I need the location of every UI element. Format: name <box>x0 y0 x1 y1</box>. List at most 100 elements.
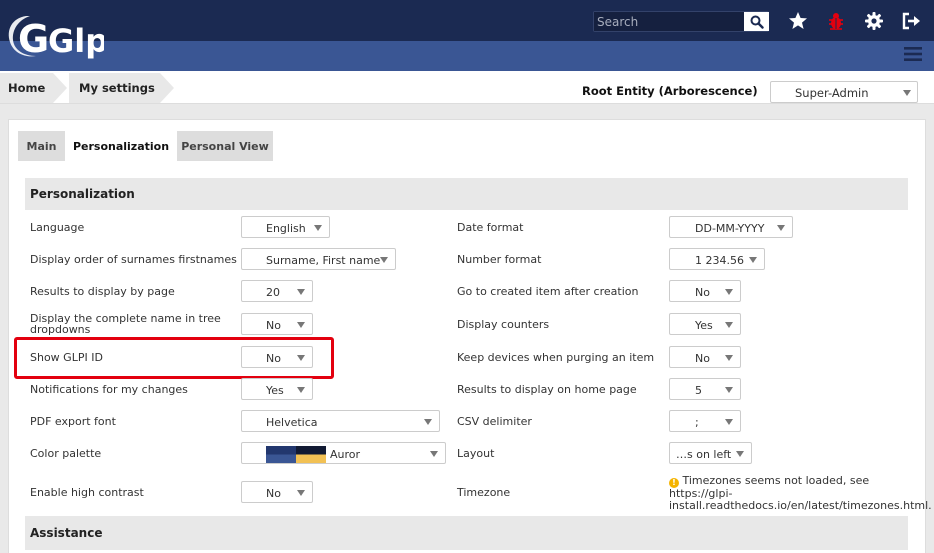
entity-selector[interactable]: Root Entity (Arborescence) <box>582 84 758 98</box>
section-assistance-header: Assistance <box>25 516 908 550</box>
keep-devices-select[interactable]: No <box>669 346 741 368</box>
chevron-down-icon <box>430 451 438 457</box>
chevron-down-icon <box>725 387 733 393</box>
names-order-label: Display order of surnames firstnames <box>30 253 237 266</box>
bug-icon <box>829 13 843 30</box>
results-per-page-value: 20 <box>266 286 280 299</box>
csv-delimiter-select[interactable]: ; <box>669 410 741 432</box>
tree-dropdown-name-label: Display the complete name in tree dropdo… <box>30 312 221 336</box>
breadcrumb-separator <box>53 73 67 103</box>
chevron-down-icon <box>380 257 388 263</box>
date-format-select[interactable]: DD-MM-YYYY <box>669 216 793 238</box>
number-format-label: Number format <box>457 253 542 266</box>
search-box <box>593 11 769 32</box>
notifications-value: Yes <box>266 384 284 397</box>
results-per-page-select[interactable]: 20 <box>241 280 313 302</box>
language-value: English <box>266 222 306 235</box>
color-palette-value: Auror <box>330 448 361 461</box>
date-format-label: Date format <box>457 221 524 234</box>
high-contrast-label: Enable high contrast <box>30 486 144 499</box>
timezone-warning-text: Timezones seems not loaded, see https://… <box>669 474 932 513</box>
display-counters-value: Yes <box>695 319 713 332</box>
language-select[interactable]: English <box>241 216 330 238</box>
goto-created-item-label: Go to created item after creation <box>457 285 639 298</box>
tree-dropdown-name-select[interactable]: No <box>241 313 313 335</box>
breadcrumb-home[interactable]: Home <box>0 73 67 103</box>
header-band <box>0 41 934 71</box>
chevron-down-icon <box>297 490 305 496</box>
tab-main[interactable]: Main <box>18 131 65 161</box>
tab-personal-view[interactable]: Personal View <box>177 131 273 161</box>
logout-icon <box>902 12 920 30</box>
names-order-select[interactable]: Surname, First name <box>241 248 396 270</box>
chevron-down-icon <box>725 289 733 295</box>
keep-devices-value: No <box>695 352 710 365</box>
chevron-down-icon <box>424 419 432 425</box>
display-counters-select[interactable]: Yes <box>669 313 741 335</box>
preferences-button[interactable] <box>863 10 885 32</box>
home-results-select[interactable]: 5 <box>669 378 741 400</box>
high-contrast-value: No <box>266 487 281 500</box>
profile-value: Super-Admin <box>795 86 869 100</box>
svg-text:G: G <box>18 17 49 61</box>
tree-dropdown-name-value: No <box>266 319 281 332</box>
section-personalization-header: Personalization <box>25 178 908 210</box>
keep-devices-label: Keep devices when purging an item <box>457 351 655 364</box>
timezone-warning: ! Timezones seems not loaded, see https:… <box>669 474 932 512</box>
chevron-down-icon <box>725 322 733 328</box>
breadcrumb-label: My settings <box>79 81 155 95</box>
display-counters-label: Display counters <box>457 318 550 331</box>
chevron-down-icon <box>903 90 911 96</box>
number-format-value: 1 234.56 <box>695 254 744 267</box>
goto-created-item-value: No <box>695 286 710 299</box>
chevron-down-icon <box>749 257 757 263</box>
chevron-down-icon <box>736 451 744 457</box>
home-results-label: Results to display on home page <box>457 383 637 396</box>
timezone-label: Timezone <box>457 486 511 499</box>
breadcrumb-separator <box>160 73 174 103</box>
highlight-box <box>14 337 334 379</box>
chevron-down-icon <box>314 225 322 231</box>
csv-delimiter-label: CSV delimiter <box>457 415 532 428</box>
csv-delimiter-value: ; <box>695 416 699 429</box>
search-button[interactable] <box>744 12 769 31</box>
color-palette-select[interactable]: Auror <box>241 442 446 464</box>
gear-icon <box>865 12 883 30</box>
high-contrast-select[interactable]: No <box>241 481 313 503</box>
palette-swatch <box>266 446 326 463</box>
profile-select[interactable]: Super-Admin <box>770 81 918 103</box>
pdf-font-value: Helvetica <box>266 416 318 429</box>
chevron-down-icon <box>725 355 733 361</box>
chevron-down-icon <box>297 289 305 295</box>
search-input[interactable] <box>594 12 744 31</box>
glpi-logo[interactable]: G Glpi <box>4 6 119 64</box>
tab-personalization[interactable]: Personalization <box>67 131 175 161</box>
layout-select[interactable]: …s on left <box>669 442 752 464</box>
color-palette-label: Color palette <box>30 447 102 460</box>
layout-label: Layout <box>457 447 495 460</box>
hamburger-menu-icon[interactable] <box>903 45 923 63</box>
results-per-page-label: Results to display by page <box>30 285 175 298</box>
goto-created-item-select[interactable]: No <box>669 280 741 302</box>
language-label: Language <box>30 221 85 234</box>
chevron-down-icon <box>725 419 733 425</box>
pdf-font-select[interactable]: Helvetica <box>241 410 440 432</box>
breadcrumb-my-settings[interactable]: My settings <box>69 73 174 103</box>
notifications-label: Notifications for my changes <box>30 383 188 396</box>
search-icon <box>750 15 764 29</box>
star-icon <box>789 12 807 29</box>
chevron-down-icon <box>297 387 305 393</box>
home-results-value: 5 <box>695 384 702 397</box>
logout-button[interactable] <box>900 10 922 32</box>
number-format-select[interactable]: 1 234.56 <box>669 248 765 270</box>
chevron-down-icon <box>297 322 305 328</box>
pdf-font-label: PDF export font <box>30 415 116 428</box>
names-order-value: Surname, First name <box>266 254 381 267</box>
debug-button[interactable] <box>825 10 847 32</box>
notifications-select[interactable]: Yes <box>241 378 313 400</box>
chevron-down-icon <box>777 225 785 231</box>
layout-value: …s on left <box>676 448 732 461</box>
date-format-value: DD-MM-YYYY <box>695 222 765 235</box>
breadcrumb-label: Home <box>8 81 46 95</box>
favorites-button[interactable] <box>787 10 809 32</box>
